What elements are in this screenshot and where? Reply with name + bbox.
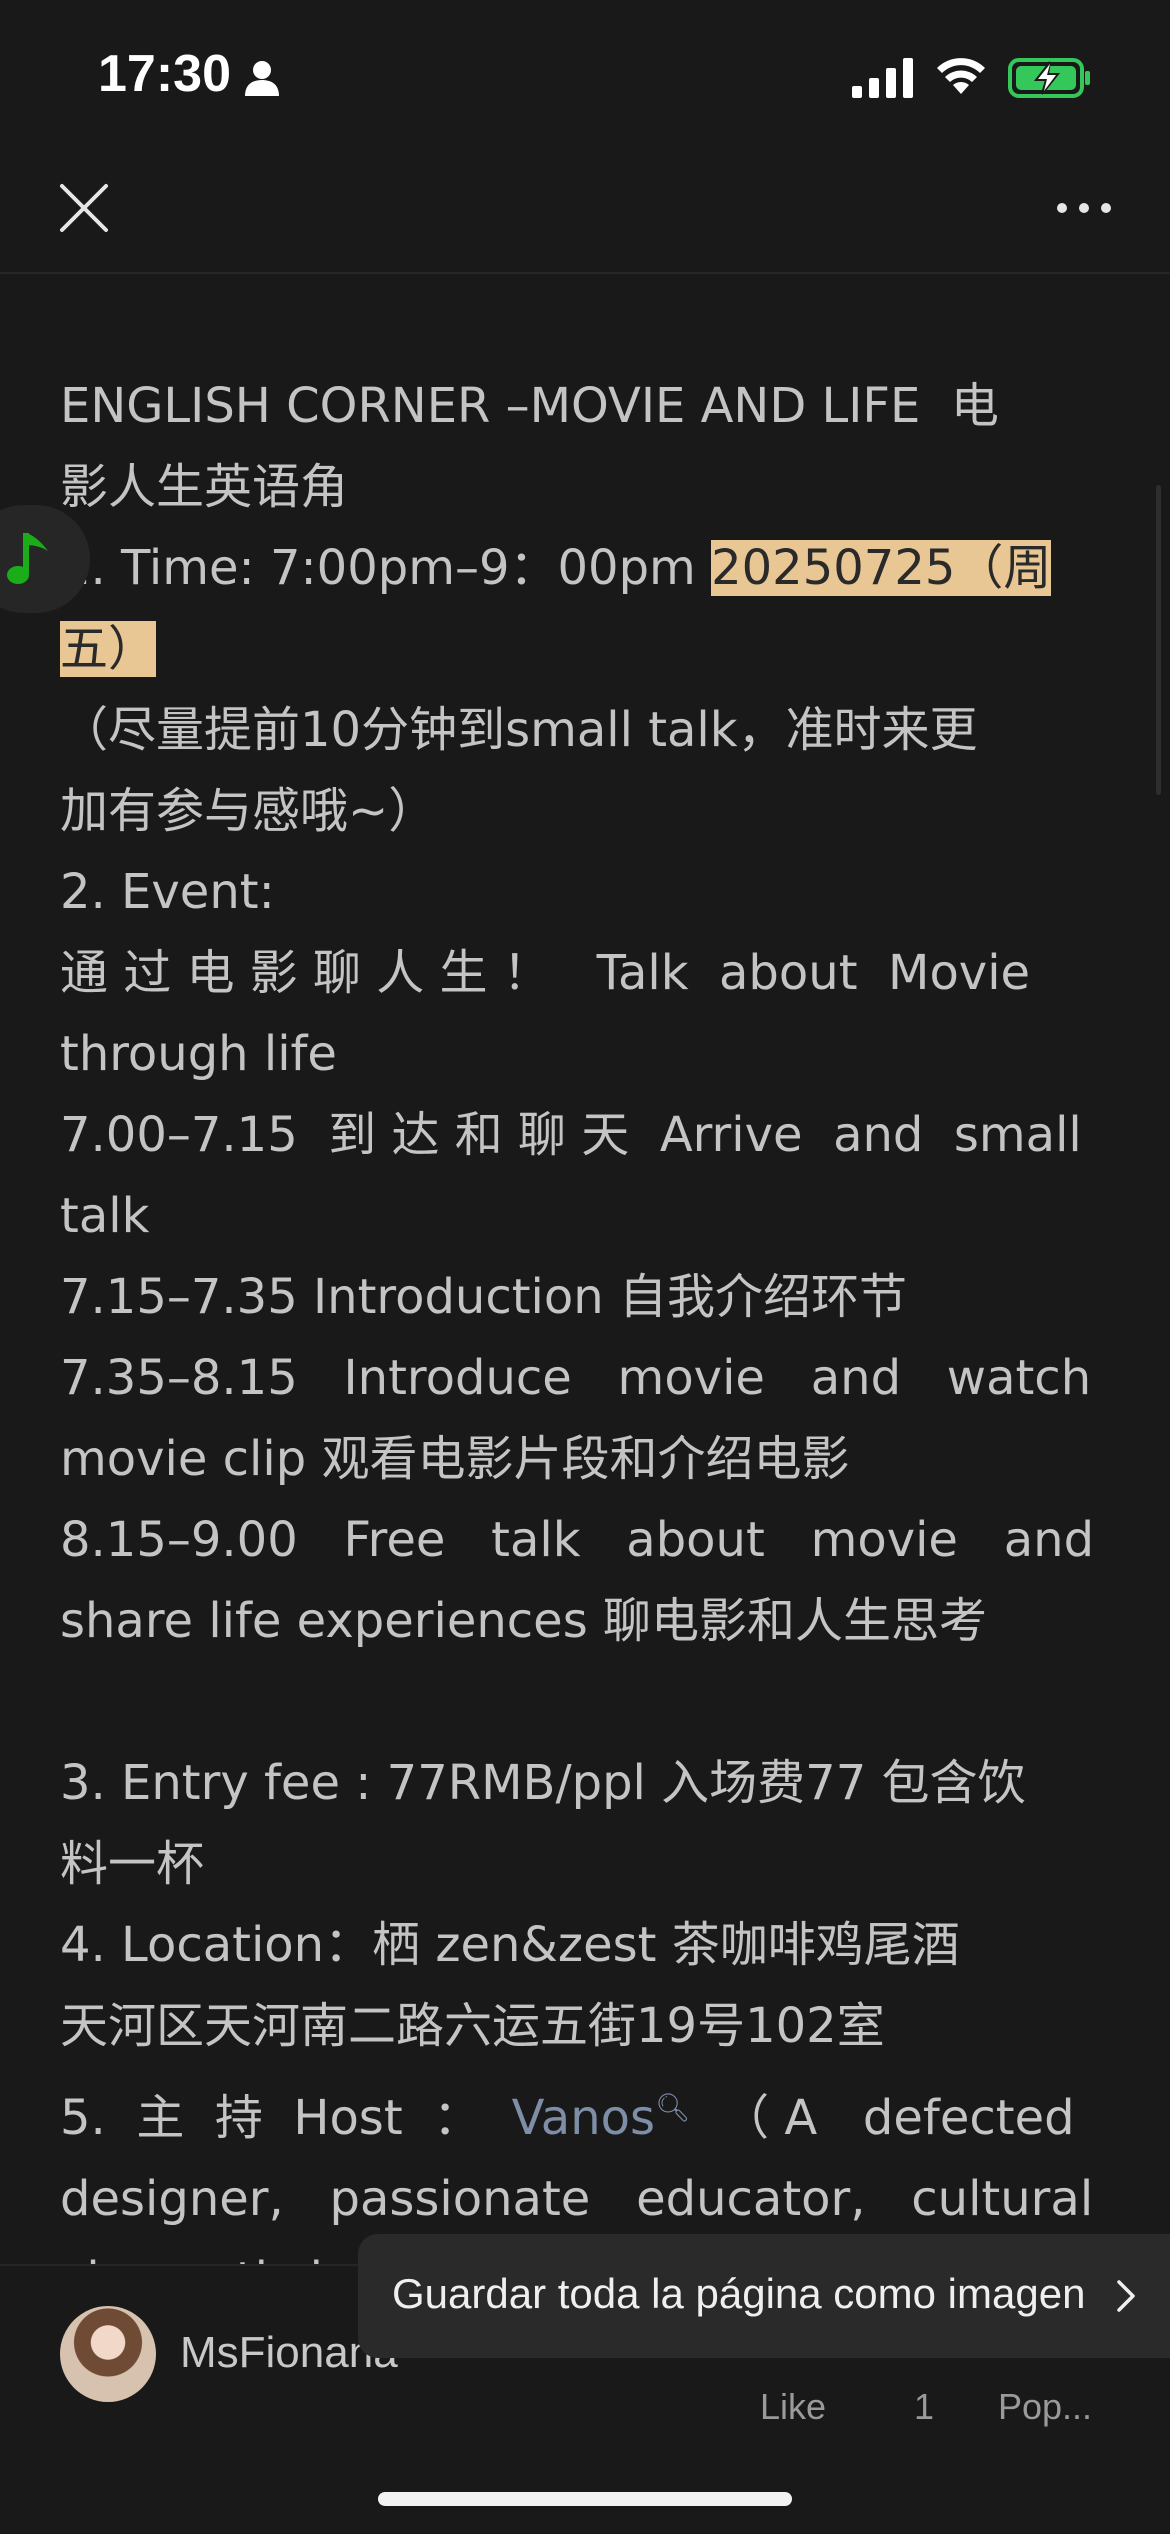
schedule-line: share life experiences 聊电影和人生思考 (60, 1593, 987, 1649)
event-line: 通 过 电 影 聊 人 生 ！ Talk about Movie (60, 945, 1031, 1001)
popular-button[interactable]: Pop... (998, 2386, 1092, 2428)
note-line: （尽量提前10分钟到small talk，准时来更 (60, 702, 978, 758)
status-bar: 17:30 (0, 0, 1170, 150)
article-title-line: ENGLISH CORNER –MOVIE AND LIFE 电 (60, 378, 999, 434)
home-indicator[interactable] (378, 2492, 792, 2506)
wifi-icon (937, 58, 985, 94)
article-body: ENGLISH CORNER –MOVIE AND LIFE 电 影人生英语角 … (60, 366, 1110, 2266)
event-heading: 2. Event: (60, 864, 275, 920)
battery-charging-icon (1008, 58, 1090, 98)
location-line: 4. Location：栖 zen&zest 茶咖啡鸡尾酒 (60, 1917, 960, 1973)
like-count: 1 (914, 2386, 935, 2427)
location-line: 天河区天河南二路六运五街19号102室 (60, 1998, 885, 2054)
music-note-icon (7, 533, 48, 584)
time-line: 1. Time: 7:00pm–9：00pm 20250725（周 (60, 528, 1110, 609)
host-name-link[interactable]: Vanos (512, 2090, 655, 2146)
nav-bar (0, 150, 1170, 274)
date-highlight-cont[interactable]: 五） (60, 621, 157, 677)
cellular-signal-icon (852, 58, 913, 98)
scroll-indicator[interactable] (1156, 485, 1161, 795)
note-line: 加有参与感哦~） (60, 783, 437, 839)
date-highlight[interactable]: 20250725（周 (711, 540, 1052, 596)
search-icon[interactable]: 🔍︎ (655, 2091, 691, 2124)
person-icon (245, 61, 279, 96)
host-description: （ A defected (690, 2090, 1075, 2146)
status-time: 17:30 (98, 45, 231, 103)
like-button[interactable]: Like (760, 2386, 826, 2428)
article-title-line: 影人生英语角 (60, 459, 349, 515)
save-page-as-image-toast[interactable]: Guardar toda la página como imagen (358, 2234, 1170, 2358)
fee-line: 3. Entry fee : 77RMB/ppl 入场费77 包含饮 (60, 1755, 1026, 1811)
host-label: 5. 主 持 Host ： (60, 2090, 512, 2146)
author-avatar[interactable] (60, 2306, 156, 2402)
schedule-line: 7.35–8.15 Introduce movie and watch (60, 1350, 1092, 1406)
more-options-icon[interactable] (1054, 198, 1114, 218)
fee-line: 料一杯 (60, 1836, 205, 1892)
schedule-line: 8.15–9.00 Free talk about movie and (60, 1512, 1095, 1568)
schedule-line: movie clip 观看电影片段和介绍电影 (60, 1431, 850, 1487)
schedule-line: 7.00–7.15 到 达 和 聊 天 Arrive and small (60, 1107, 1082, 1163)
time-label: 1. Time: 7:00pm–9：00pm (60, 540, 712, 596)
host-line: 5. 主 持 Host ： Vanos🔍︎ （ A defected (60, 2067, 1110, 2159)
close-icon[interactable] (56, 180, 112, 236)
schedule-line: 7.15–7.35 Introduction 自我介绍环节 (60, 1269, 907, 1325)
host-line: designer, passionate educator, cultural (60, 2171, 1094, 2227)
schedule-line: talk (60, 1188, 150, 1244)
event-line: through life (60, 1026, 337, 1082)
time-line-cont: 五） (60, 609, 1110, 690)
chevron-right-icon (1117, 2280, 1135, 2312)
toast-text: Guardar toda la página como imagen (392, 2270, 1086, 2317)
